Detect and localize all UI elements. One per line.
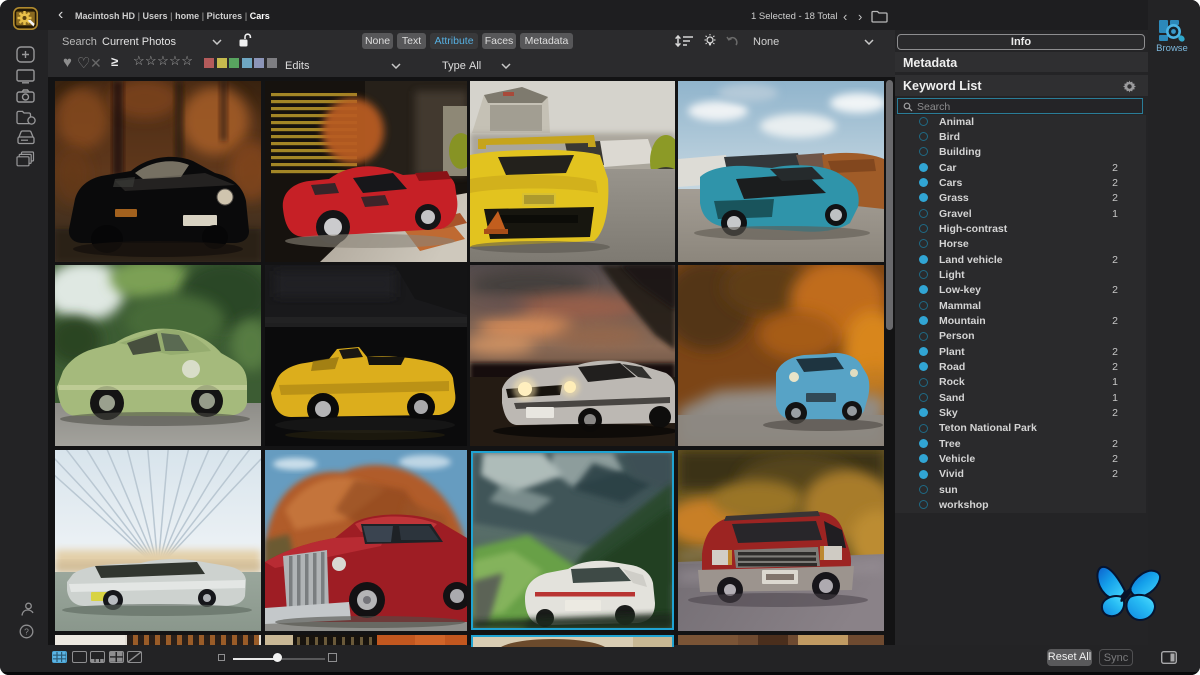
- svg-text:?: ?: [24, 627, 29, 637]
